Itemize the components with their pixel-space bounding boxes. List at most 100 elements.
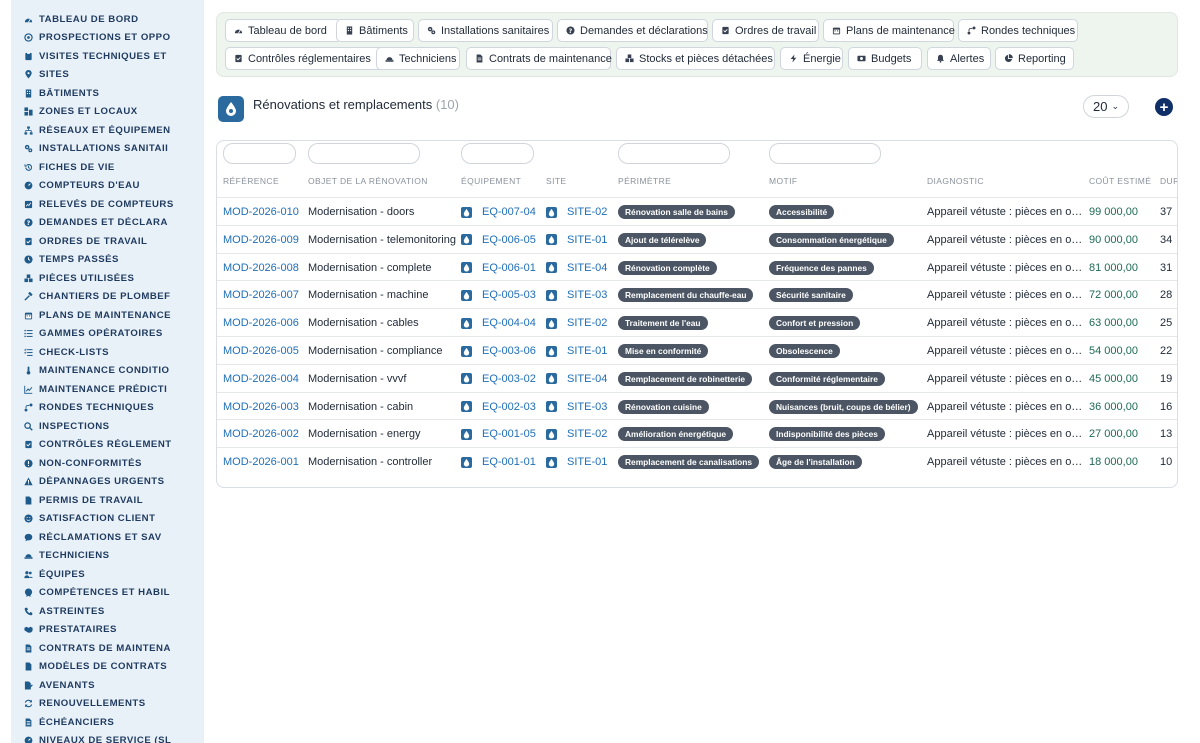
tab-item[interactable]: Alertes	[927, 47, 991, 70]
site-link[interactable]: SITE-03	[567, 401, 607, 413]
reference-link[interactable]: MOD-2026-003	[223, 393, 299, 421]
tab-item[interactable]: ? Demandes et déclarations	[557, 19, 708, 42]
filter-objet-input[interactable]	[308, 143, 420, 164]
sidebar-item[interactable]: ZONES ET LOCAUX	[11, 103, 204, 122]
add-record-button[interactable]: +	[1155, 98, 1173, 116]
site-link[interactable]: SITE-04	[567, 373, 607, 385]
sidebar-item[interactable]: INSPECTIONS	[11, 417, 204, 436]
table-row[interactable]: MOD-2026-003 Modernisation - cabin EQ-002-…	[217, 391, 1177, 421]
sidebar-item[interactable]: PERMIS DE TRAVAIL	[11, 491, 204, 510]
sidebar-item[interactable]: CONTRÔLES RÉGLEMENT	[11, 436, 204, 455]
sidebar-item[interactable]: PROSPECTIONS ET OPPO	[11, 29, 204, 48]
sidebar-item[interactable]: SATISFACTION CLIENT	[11, 510, 204, 529]
sidebar-item[interactable]: INSTALLATIONS SANITAII	[11, 140, 204, 159]
filter-reference-input[interactable]	[223, 143, 296, 164]
equipement-link[interactable]: EQ-002-03	[482, 401, 536, 413]
sidebar-item[interactable]: RÉSEAUX ET ÉQUIPEMEN	[11, 121, 204, 140]
tab-item[interactable]: Reporting	[995, 47, 1074, 70]
header-objet[interactable]: OBJET DE LA RÉNOVATION	[308, 176, 428, 186]
header-reference[interactable]: RÉFÉRENCE	[223, 176, 279, 186]
equipement-link[interactable]: EQ-001-05	[482, 428, 536, 440]
tab-item[interactable]: Énergie	[780, 47, 843, 70]
sidebar-item[interactable]: ASTREINTES	[11, 602, 204, 621]
tab-item[interactable]: Ordres de travail	[712, 19, 819, 42]
table-row[interactable]: MOD-2026-005 Modernisation - compliance EQ…	[217, 336, 1177, 365]
per-page-select[interactable]: 20 ⌄	[1083, 95, 1129, 118]
sidebar-item[interactable]: COMPÉTENCES ET HABIL	[11, 584, 204, 603]
tab-item[interactable]: Techniciens	[376, 47, 460, 70]
sidebar-item[interactable]: TECHNICIENS	[11, 547, 204, 566]
sidebar-item[interactable]: RONDES TECHNIQUES	[11, 399, 204, 418]
reference-link[interactable]: MOD-2026-002	[223, 420, 299, 448]
site-link[interactable]: SITE-02	[567, 206, 607, 218]
sidebar-item[interactable]: MAINTENANCE CONDITIO	[11, 362, 204, 381]
sidebar-item[interactable]: BÂTIMENTS	[11, 84, 204, 103]
sidebar-item[interactable]: ÉQUIPES	[11, 565, 204, 584]
reference-link[interactable]: MOD-2026-008	[223, 254, 299, 282]
header-site[interactable]: SITE	[546, 176, 567, 186]
reference-link[interactable]: MOD-2026-001	[223, 448, 299, 476]
reference-link[interactable]: MOD-2026-006	[223, 309, 299, 337]
equipement-link[interactable]: EQ-005-03	[482, 289, 536, 301]
site-link[interactable]: SITE-02	[567, 317, 607, 329]
equipement-link[interactable]: EQ-006-01	[482, 262, 536, 274]
sidebar-item[interactable]: NON-CONFORMITÉS	[11, 454, 204, 473]
sidebar-item[interactable]: ? DEMANDES ET DÉCLARA	[11, 214, 204, 233]
site-link[interactable]: SITE-01	[567, 456, 607, 468]
reference-link[interactable]: MOD-2026-007	[223, 281, 299, 309]
filter-equipement-input[interactable]	[461, 143, 534, 164]
sidebar-item[interactable]: FICHES DE VIE	[11, 158, 204, 177]
sidebar-item[interactable]: PRESTATAIRES	[11, 621, 204, 640]
equipement-link[interactable]: EQ-004-04	[482, 317, 536, 329]
header-cout[interactable]: COÛT ESTIMÉ	[1089, 176, 1151, 186]
sidebar-item[interactable]: VISITES TECHNIQUES ET	[11, 47, 204, 66]
equipement-link[interactable]: EQ-006-05	[482, 234, 536, 246]
reference-link[interactable]: MOD-2026-004	[223, 365, 299, 393]
sidebar-item[interactable]: PLANS DE MAINTENANCE	[11, 306, 204, 325]
reference-link[interactable]: MOD-2026-009	[223, 226, 299, 254]
sidebar-item[interactable]: COMPTEURS D'EAU	[11, 177, 204, 196]
table-row[interactable]: MOD-2026-006 Modernisation - cables EQ-004…	[217, 308, 1177, 337]
tab-item[interactable]: Bâtiments	[336, 19, 414, 42]
sidebar-item[interactable]: MAINTENANCE PRÉDICTI	[11, 380, 204, 399]
sidebar-item[interactable]: TABLEAU DE BORD	[11, 10, 204, 29]
table-row[interactable]: MOD-2026-004 Modernisation - vvvf EQ-003-0…	[217, 363, 1177, 393]
table-row[interactable]: MOD-2026-002 Modernisation - energy EQ-001…	[217, 419, 1177, 448]
sidebar-item[interactable]: RÉCLAMATIONS ET SAV	[11, 528, 204, 547]
sidebar-item[interactable]: MODÈLES DE CONTRATS	[11, 658, 204, 677]
table-row[interactable]: MOD-2026-001 Modernisation - controller EQ…	[217, 447, 1177, 476]
equipement-link[interactable]: EQ-003-02	[482, 373, 536, 385]
tab-item[interactable]: Budgets	[848, 47, 922, 70]
reference-link[interactable]: MOD-2026-010	[223, 198, 299, 226]
equipement-link[interactable]: EQ-007-04	[482, 206, 536, 218]
tab-item[interactable]: Stocks et pièces détachées	[616, 47, 775, 70]
header-duree[interactable]: DUR	[1160, 176, 1177, 186]
sidebar-item[interactable]: GAMMES OPÉRATOIRES	[11, 325, 204, 344]
tab-item[interactable]: Installations sanitaires	[418, 19, 553, 42]
equipement-link[interactable]: EQ-003-06	[482, 345, 536, 357]
header-equipement[interactable]: ÉQUIPEMENT	[461, 176, 521, 186]
site-link[interactable]: SITE-01	[567, 234, 607, 246]
sidebar-item[interactable]: CONTRATS DE MAINTENA	[11, 639, 204, 658]
sidebar-item[interactable]: CHANTIERS DE PLOMBEF	[11, 288, 204, 307]
sidebar-item[interactable]: RENOUVELLEMENTS	[11, 695, 204, 714]
sidebar-item[interactable]: DÉPANNAGES URGENTS	[11, 473, 204, 492]
site-link[interactable]: SITE-02	[567, 428, 607, 440]
header-perimetre[interactable]: PÉRIMÈTRE	[618, 176, 671, 186]
site-link[interactable]: SITE-04	[567, 262, 607, 274]
equipement-link[interactable]: EQ-001-01	[482, 456, 536, 468]
table-row[interactable]: MOD-2026-007 Modernisation - machine EQ-00…	[217, 280, 1177, 309]
tab-item[interactable]: Tableau de bord	[225, 19, 342, 42]
sidebar-item[interactable]: ORDRES DE TRAVAIL	[11, 232, 204, 251]
sidebar-item[interactable]: RELEVÉS DE COMPTEURS	[11, 195, 204, 214]
filter-perimetre-input[interactable]	[618, 143, 730, 164]
tab-item[interactable]: Contrats de maintenance	[466, 47, 612, 70]
sidebar-item[interactable]: ÉCHÉANCIERS	[11, 713, 204, 732]
sidebar-item[interactable]: TEMPS PASSÉS	[11, 251, 204, 270]
header-motif[interactable]: MOTIF	[769, 176, 797, 186]
tab-item[interactable]: Rondes techniques	[958, 19, 1078, 42]
reference-link[interactable]: MOD-2026-005	[223, 337, 299, 365]
filter-motif-input[interactable]	[769, 143, 881, 164]
sidebar-item[interactable]: CHECK-LISTS	[11, 343, 204, 362]
table-row[interactable]: MOD-2026-008 Modernisation - complete EQ-0…	[217, 252, 1177, 282]
